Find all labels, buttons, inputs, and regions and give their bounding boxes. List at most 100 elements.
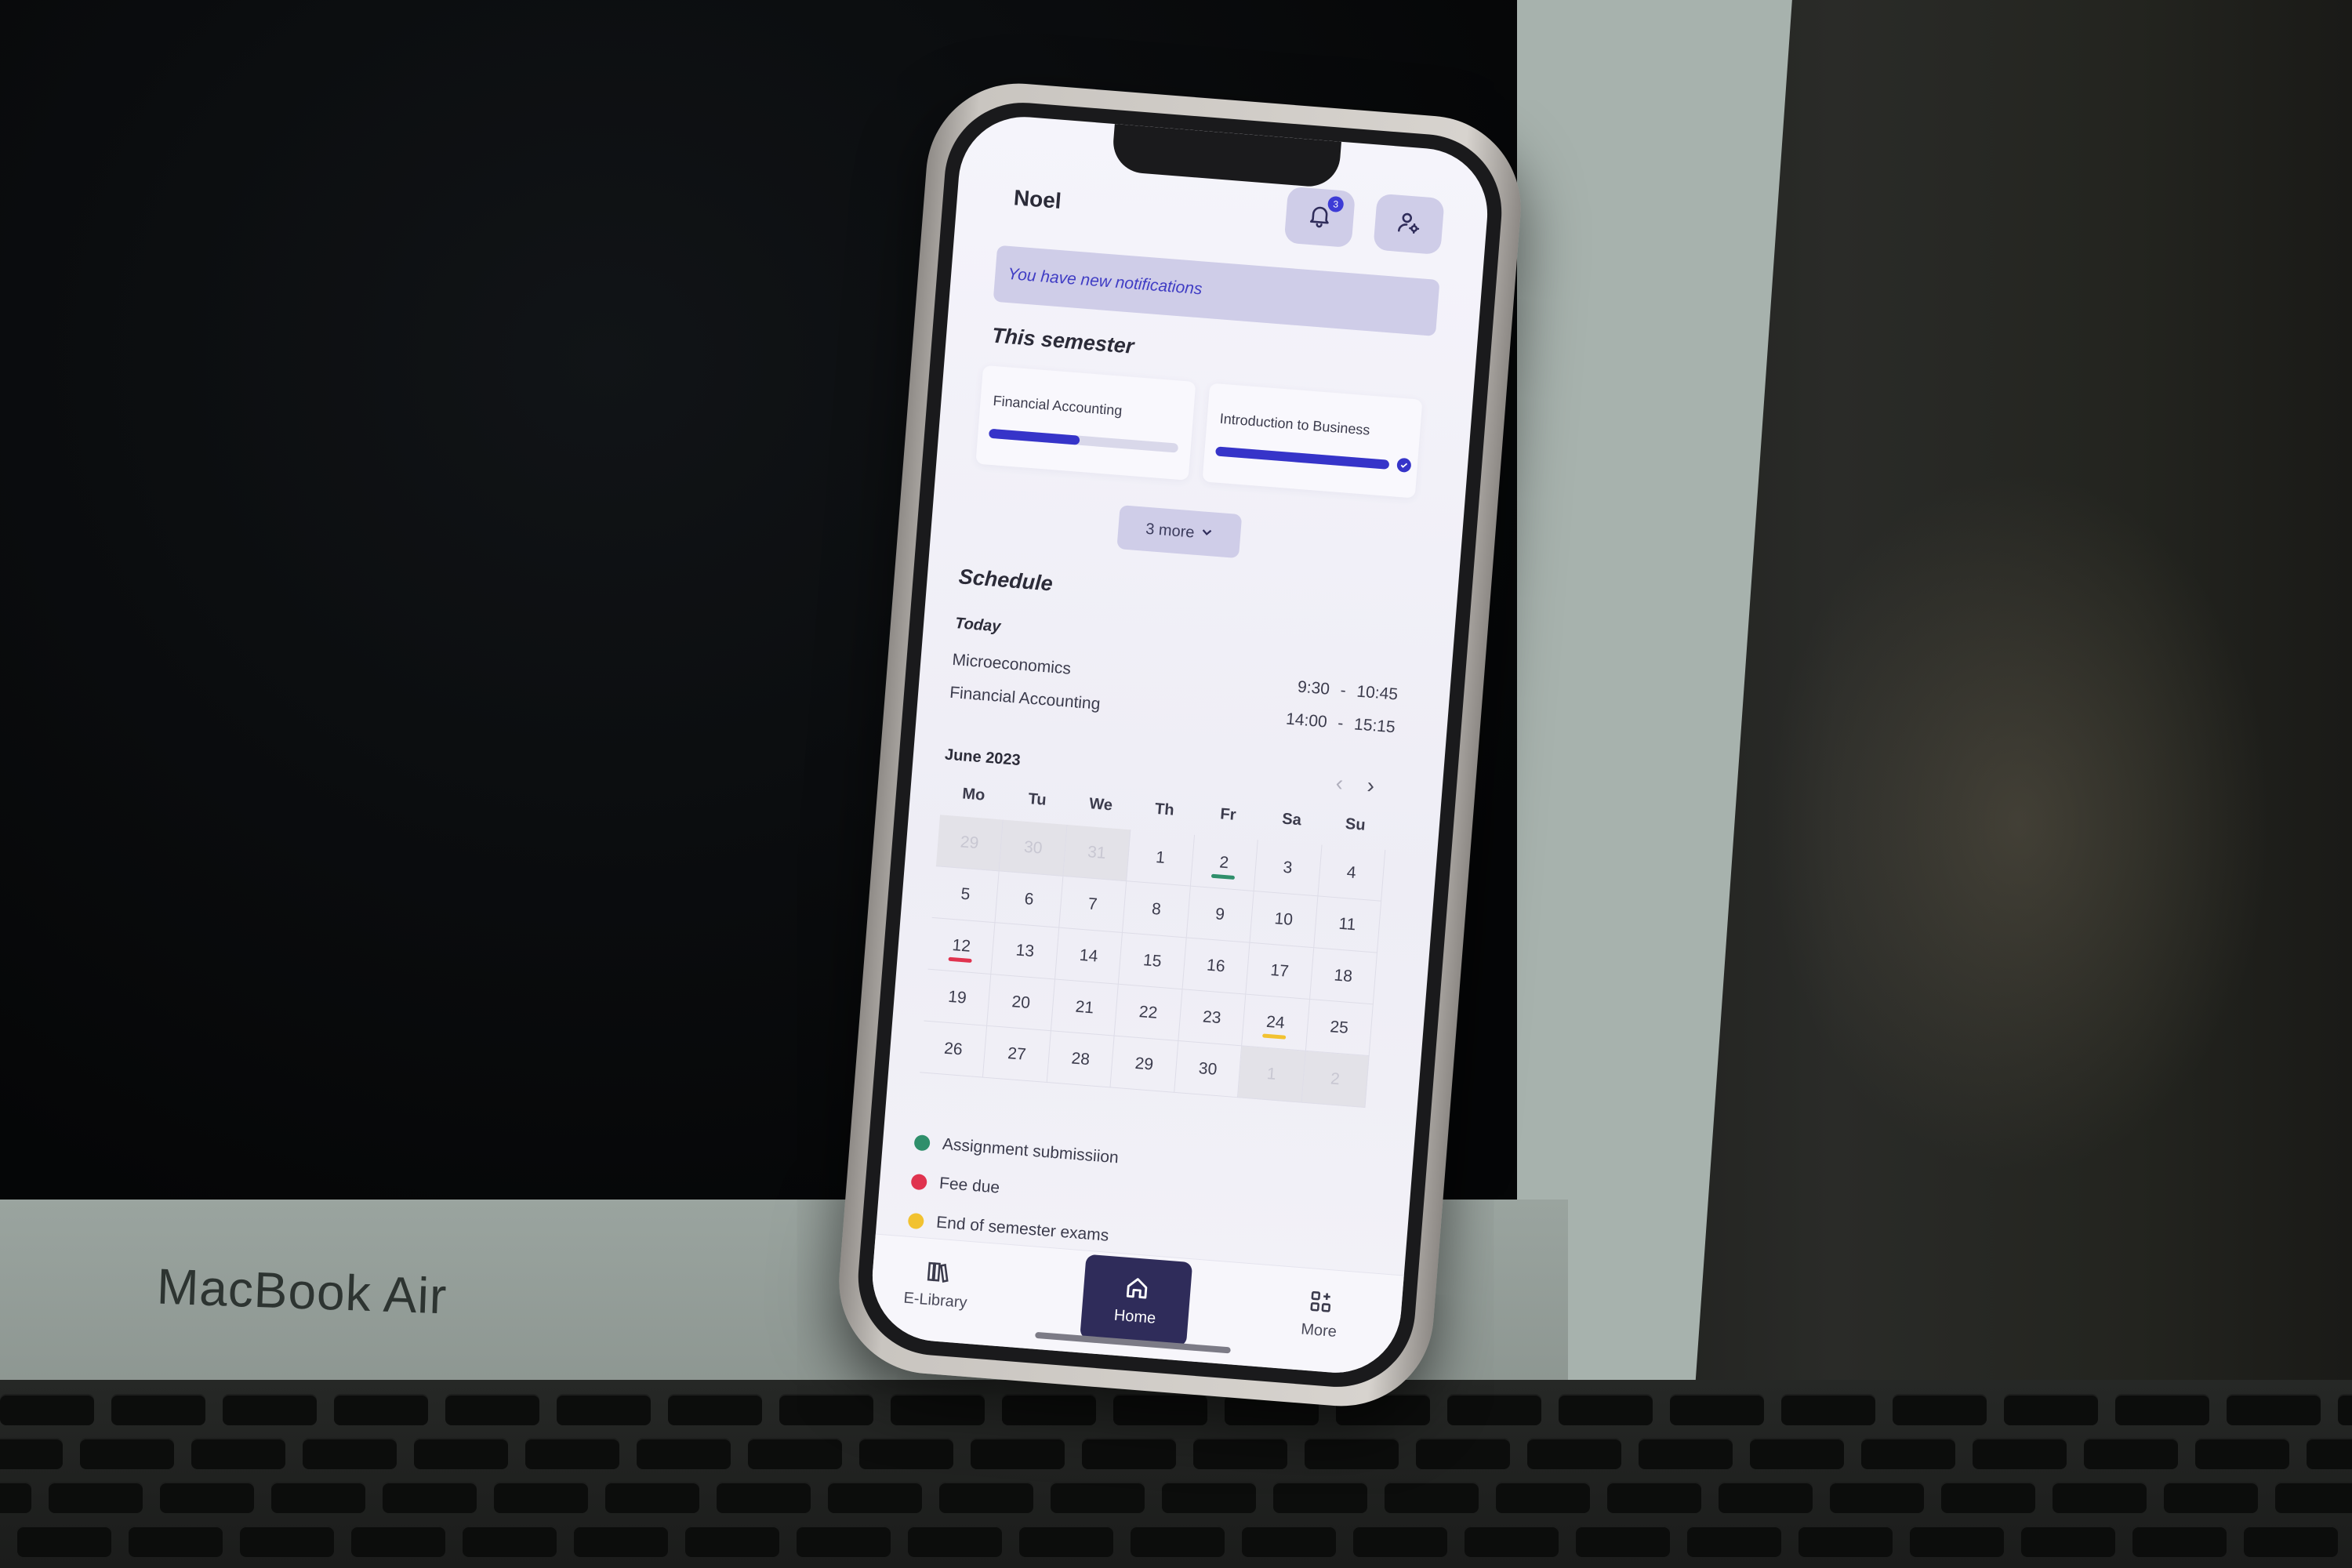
keyboard-key [445, 1394, 539, 1425]
keyboard-key [557, 1394, 651, 1425]
keyboard-key [939, 1482, 1033, 1513]
keyboard-key [383, 1482, 477, 1513]
course-card[interactable]: Financial Accounting [975, 365, 1196, 481]
keyboard-key [1242, 1526, 1336, 1557]
keyboard-key [828, 1482, 922, 1513]
keyboard-key [2338, 1394, 2352, 1425]
calendar-day[interactable]: 20 [987, 975, 1055, 1032]
keyboard-key [0, 1394, 94, 1425]
keyboard-key [1051, 1482, 1145, 1513]
course-card[interactable]: Introduction to Business [1202, 383, 1423, 499]
keyboard-key [111, 1394, 205, 1425]
calendar-day[interactable]: 2 [1301, 1051, 1370, 1108]
keyboard-key [271, 1482, 365, 1513]
calendar-day[interactable]: 26 [920, 1021, 988, 1078]
calendar-day[interactable]: 9 [1186, 886, 1254, 943]
calendar-day[interactable]: 1 [1127, 829, 1195, 887]
keyboard-key [0, 1438, 63, 1469]
keyboard-key [891, 1394, 985, 1425]
calendar-day[interactable]: 7 [1059, 876, 1127, 934]
calendar-day[interactable]: 10 [1250, 891, 1318, 949]
calendar-month-label: June 2023 [944, 746, 1022, 770]
calendar-day[interactable]: 13 [991, 923, 1060, 980]
chevron-right-icon[interactable]: › [1366, 773, 1375, 799]
keyboard-key [2004, 1394, 2098, 1425]
calendar-day[interactable]: 15 [1119, 933, 1187, 990]
calendar-day-number: 3 [1282, 858, 1294, 877]
event-marker [948, 956, 972, 964]
weekday-label: Sa [1281, 810, 1302, 829]
calendar-day[interactable]: 21 [1051, 979, 1120, 1036]
keyboard-key [1353, 1526, 1447, 1557]
notification-banner-text: You have new notifications [1007, 264, 1203, 299]
calendar-day[interactable]: 30 [1174, 1041, 1243, 1098]
tab-e-library[interactable]: E-Library [903, 1256, 971, 1312]
calendar-day[interactable]: 29 [1110, 1036, 1179, 1093]
calendar-day[interactable]: 18 [1309, 948, 1377, 1005]
calendar-day-number: 22 [1138, 1002, 1159, 1022]
tab-more[interactable]: More [1300, 1287, 1340, 1341]
weekday-label: Tu [1027, 790, 1047, 809]
keyboard-key [191, 1438, 285, 1469]
calendar-day-number: 14 [1079, 946, 1099, 966]
legend-label: Fee due [938, 1174, 1000, 1197]
keyboard-key [0, 1482, 31, 1513]
calendar-day[interactable]: 19 [924, 969, 992, 1026]
background-glow [1764, 470, 2274, 1176]
keyboard-key [351, 1526, 445, 1557]
calendar-day[interactable]: 30 [1000, 819, 1068, 877]
keyboard-key [2275, 1482, 2352, 1513]
calendar-day[interactable]: 2 [1190, 834, 1258, 892]
calendar-day[interactable]: 28 [1047, 1031, 1115, 1088]
calendar-day-number: 18 [1333, 965, 1353, 985]
keyboard-key [1607, 1482, 1701, 1513]
calendar-day-number: 30 [1023, 837, 1044, 858]
calendar-day[interactable]: 29 [935, 815, 1004, 872]
chevron-left-icon[interactable]: ‹ [1335, 771, 1345, 797]
calendar-day[interactable]: 16 [1182, 938, 1250, 995]
notifications-button[interactable]: 3 [1283, 186, 1356, 249]
calendar-day-number: 31 [1087, 842, 1107, 862]
keyboard-key [1830, 1482, 1924, 1513]
calendar-day[interactable]: 1 [1238, 1046, 1306, 1103]
keyboard-key [2195, 1438, 2289, 1469]
calendar-day[interactable]: 27 [983, 1025, 1051, 1083]
calendar-day[interactable]: 12 [927, 917, 996, 975]
show-more-courses-button[interactable]: 3 more [1116, 505, 1243, 559]
calendar-day[interactable]: 23 [1178, 989, 1247, 1047]
calendar-day[interactable]: 3 [1254, 840, 1323, 897]
keyboard-key [525, 1438, 619, 1469]
tab-label: E-Library [902, 1289, 968, 1312]
calendar-day-number: 19 [947, 987, 967, 1007]
calendar-day[interactable]: 22 [1114, 984, 1183, 1042]
calendar-day-number: 7 [1087, 894, 1098, 913]
calendar-day[interactable]: 4 [1317, 844, 1386, 902]
calendar-day[interactable]: 17 [1246, 942, 1314, 1000]
keyboard-key [1193, 1438, 1287, 1469]
keyboard-key [748, 1438, 842, 1469]
keyboard-key [160, 1482, 254, 1513]
calendar-day[interactable]: 24 [1242, 994, 1310, 1051]
laptop-keyboard [0, 1380, 2352, 1568]
calendar-day[interactable]: 11 [1313, 896, 1382, 953]
calendar-day-number: 4 [1345, 862, 1357, 882]
keyboard-key [1910, 1526, 2004, 1557]
profile-settings-button[interactable] [1373, 193, 1445, 256]
calendar-day[interactable]: 6 [995, 871, 1064, 928]
calendar-day[interactable]: 14 [1054, 927, 1123, 985]
calendar-day[interactable]: 25 [1305, 999, 1374, 1057]
calendar-day-number: 30 [1198, 1058, 1218, 1079]
keyboard-key [2244, 1526, 2338, 1557]
tab-home[interactable]: Home [1080, 1254, 1193, 1347]
calendar-day[interactable]: 5 [931, 866, 1000, 924]
check-icon [1396, 457, 1412, 474]
calendar-day[interactable]: 8 [1123, 881, 1191, 938]
keyboard-key [971, 1438, 1065, 1469]
notification-banner[interactable]: You have new notifications [993, 245, 1440, 336]
calendar-day-number: 11 [1338, 914, 1357, 934]
keyboard-key [2115, 1394, 2209, 1425]
schedule-title: Schedule [957, 564, 1054, 596]
calendar-day-number: 17 [1269, 960, 1290, 981]
calendar-day[interactable]: 31 [1063, 825, 1131, 882]
weekday-label: Su [1345, 815, 1367, 834]
